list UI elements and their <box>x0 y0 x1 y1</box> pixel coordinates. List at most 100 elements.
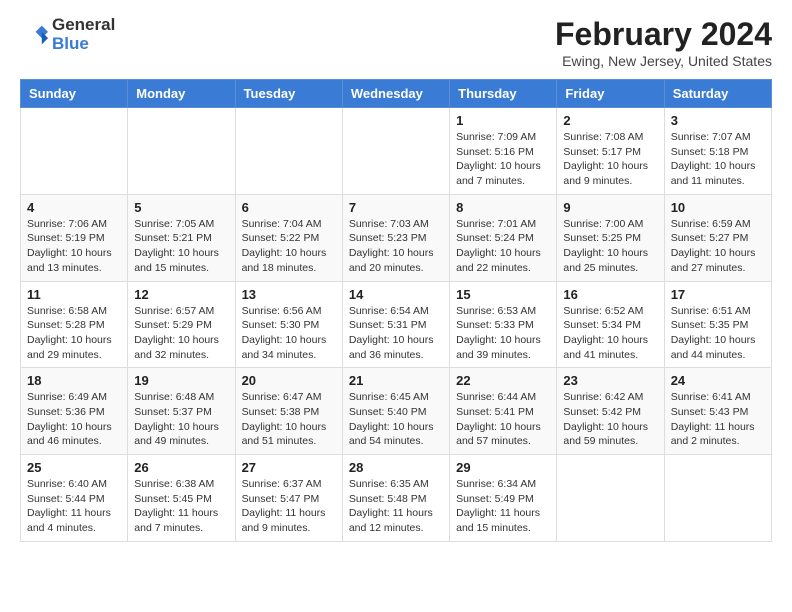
calendar-cell: 7 Sunrise: 7:03 AMSunset: 5:23 PMDaylight… <box>342 194 449 281</box>
day-info: Sunrise: 7:05 AMSunset: 5:21 PMDaylight:… <box>134 217 228 276</box>
weekday-header-friday: Friday <box>557 80 664 108</box>
location-title: Ewing, New Jersey, United States <box>555 53 772 69</box>
day-info: Sunrise: 6:42 AMSunset: 5:42 PMDaylight:… <box>563 390 657 449</box>
day-info: Sunrise: 6:40 AMSunset: 5:44 PMDaylight:… <box>27 477 121 536</box>
day-info: Sunrise: 7:08 AMSunset: 5:17 PMDaylight:… <box>563 130 657 189</box>
weekday-header-monday: Monday <box>128 80 235 108</box>
day-info: Sunrise: 7:04 AMSunset: 5:22 PMDaylight:… <box>242 217 336 276</box>
calendar-cell: 26 Sunrise: 6:38 AMSunset: 5:45 PMDayligh… <box>128 455 235 542</box>
day-info: Sunrise: 7:01 AMSunset: 5:24 PMDaylight:… <box>456 217 550 276</box>
weekday-header-sunday: Sunday <box>21 80 128 108</box>
day-info: Sunrise: 6:37 AMSunset: 5:47 PMDaylight:… <box>242 477 336 536</box>
calendar-cell: 21Sunrise: 6:45 AMSunset: 5:40 PMDayligh… <box>342 368 449 455</box>
day-number: 9 <box>563 200 657 215</box>
calendar-cell: 28Sunrise: 6:35 AMSunset: 5:48 PMDayligh… <box>342 455 449 542</box>
calendar-cell: 16 Sunrise: 6:52 AMSunset: 5:34 PMDayligh… <box>557 281 664 368</box>
calendar-cell: 18Sunrise: 6:49 AMSunset: 5:36 PMDayligh… <box>21 368 128 455</box>
day-info: Sunrise: 7:03 AMSunset: 5:23 PMDaylight:… <box>349 217 443 276</box>
calendar-cell: 14 Sunrise: 6:54 AMSunset: 5:31 PMDayligh… <box>342 281 449 368</box>
calendar-cell: 12Sunrise: 6:57 AMSunset: 5:29 PMDayligh… <box>128 281 235 368</box>
calendar-cell: 6 Sunrise: 7:04 AMSunset: 5:22 PMDaylight… <box>235 194 342 281</box>
calendar-cell: 29 Sunrise: 6:34 AMSunset: 5:49 PMDayligh… <box>450 455 557 542</box>
week-row-4: 18Sunrise: 6:49 AMSunset: 5:36 PMDayligh… <box>21 368 772 455</box>
calendar-cell: 25 Sunrise: 6:40 AMSunset: 5:44 PMDayligh… <box>21 455 128 542</box>
calendar-cell: 3 Sunrise: 7:07 AMSunset: 5:18 PMDaylight… <box>664 108 771 195</box>
day-number: 25 <box>27 460 121 475</box>
day-info: Sunrise: 6:38 AMSunset: 5:45 PMDaylight:… <box>134 477 228 536</box>
day-info: Sunrise: 6:35 AMSunset: 5:48 PMDaylight:… <box>349 477 443 536</box>
day-number: 23 <box>563 373 657 388</box>
calendar-cell: 4Sunrise: 7:06 AMSunset: 5:19 PMDaylight… <box>21 194 128 281</box>
day-info: Sunrise: 7:00 AMSunset: 5:25 PMDaylight:… <box>563 217 657 276</box>
calendar-cell: 24 Sunrise: 6:41 AMSunset: 5:43 PMDayligh… <box>664 368 771 455</box>
day-info: Sunrise: 6:44 AMSunset: 5:41 PMDaylight:… <box>456 390 550 449</box>
calendar-cell: 20 Sunrise: 6:47 AMSunset: 5:38 PMDayligh… <box>235 368 342 455</box>
calendar-cell: 19Sunrise: 6:48 AMSunset: 5:37 PMDayligh… <box>128 368 235 455</box>
calendar-cell: 2 Sunrise: 7:08 AMSunset: 5:17 PMDaylight… <box>557 108 664 195</box>
calendar-cell: 10 Sunrise: 6:59 AMSunset: 5:27 PMDayligh… <box>664 194 771 281</box>
calendar-cell <box>664 455 771 542</box>
day-info: Sunrise: 6:45 AMSunset: 5:40 PMDaylight:… <box>349 390 443 449</box>
calendar-cell: 13Sunrise: 6:56 AMSunset: 5:30 PMDayligh… <box>235 281 342 368</box>
day-number: 12 <box>134 287 228 302</box>
day-number: 26 <box>134 460 228 475</box>
day-number: 1 <box>456 113 550 128</box>
header: General Blue February 2024 Ewing, New Je… <box>20 16 772 69</box>
calendar-cell: 22 Sunrise: 6:44 AMSunset: 5:41 PMDayligh… <box>450 368 557 455</box>
weekday-header-saturday: Saturday <box>664 80 771 108</box>
day-info: Sunrise: 6:34 AMSunset: 5:49 PMDaylight:… <box>456 477 550 536</box>
calendar-cell <box>235 108 342 195</box>
week-row-2: 4Sunrise: 7:06 AMSunset: 5:19 PMDaylight… <box>21 194 772 281</box>
day-number: 29 <box>456 460 550 475</box>
calendar-cell: 15Sunrise: 6:53 AMSunset: 5:33 PMDayligh… <box>450 281 557 368</box>
weekday-header-wednesday: Wednesday <box>342 80 449 108</box>
week-row-1: 1 Sunrise: 7:09 AMSunset: 5:16 PMDaylight… <box>21 108 772 195</box>
month-title: February 2024 <box>555 16 772 53</box>
day-info: Sunrise: 6:52 AMSunset: 5:34 PMDaylight:… <box>563 304 657 363</box>
day-number: 24 <box>671 373 765 388</box>
day-number: 19 <box>134 373 228 388</box>
logo-general: General <box>52 16 115 35</box>
calendar: SundayMondayTuesdayWednesdayThursdayFrid… <box>20 79 772 542</box>
day-number: 27 <box>242 460 336 475</box>
week-row-5: 25 Sunrise: 6:40 AMSunset: 5:44 PMDayligh… <box>21 455 772 542</box>
day-number: 17 <box>671 287 765 302</box>
calendar-cell: 9 Sunrise: 7:00 AMSunset: 5:25 PMDaylight… <box>557 194 664 281</box>
day-info: Sunrise: 6:59 AMSunset: 5:27 PMDaylight:… <box>671 217 765 276</box>
calendar-cell <box>21 108 128 195</box>
day-number: 18 <box>27 373 121 388</box>
day-info: Sunrise: 6:41 AMSunset: 5:43 PMDaylight:… <box>671 390 765 449</box>
day-number: 10 <box>671 200 765 215</box>
calendar-cell <box>128 108 235 195</box>
day-number: 20 <box>242 373 336 388</box>
day-number: 7 <box>349 200 443 215</box>
day-number: 22 <box>456 373 550 388</box>
day-info: Sunrise: 7:09 AMSunset: 5:16 PMDaylight:… <box>456 130 550 189</box>
logo-icon <box>20 21 48 49</box>
weekday-header-thursday: Thursday <box>450 80 557 108</box>
calendar-cell: 23 Sunrise: 6:42 AMSunset: 5:42 PMDayligh… <box>557 368 664 455</box>
calendar-cell: 11Sunrise: 6:58 AMSunset: 5:28 PMDayligh… <box>21 281 128 368</box>
day-number: 14 <box>349 287 443 302</box>
calendar-cell: 17 Sunrise: 6:51 AMSunset: 5:35 PMDayligh… <box>664 281 771 368</box>
day-info: Sunrise: 6:54 AMSunset: 5:31 PMDaylight:… <box>349 304 443 363</box>
logo-blue: Blue <box>52 35 115 54</box>
day-info: Sunrise: 6:53 AMSunset: 5:33 PMDaylight:… <box>456 304 550 363</box>
day-info: Sunrise: 6:47 AMSunset: 5:38 PMDaylight:… <box>242 390 336 449</box>
logo: General Blue <box>20 16 115 53</box>
day-info: Sunrise: 6:58 AMSunset: 5:28 PMDaylight:… <box>27 304 121 363</box>
day-number: 16 <box>563 287 657 302</box>
calendar-cell: 1 Sunrise: 7:09 AMSunset: 5:16 PMDaylight… <box>450 108 557 195</box>
day-info: Sunrise: 6:51 AMSunset: 5:35 PMDaylight:… <box>671 304 765 363</box>
day-number: 6 <box>242 200 336 215</box>
day-number: 5 <box>134 200 228 215</box>
day-number: 2 <box>563 113 657 128</box>
calendar-cell: 27 Sunrise: 6:37 AMSunset: 5:47 PMDayligh… <box>235 455 342 542</box>
calendar-cell: 8Sunrise: 7:01 AMSunset: 5:24 PMDaylight… <box>450 194 557 281</box>
calendar-cell <box>342 108 449 195</box>
day-info: Sunrise: 7:06 AMSunset: 5:19 PMDaylight:… <box>27 217 121 276</box>
day-number: 13 <box>242 287 336 302</box>
day-info: Sunrise: 7:07 AMSunset: 5:18 PMDaylight:… <box>671 130 765 189</box>
day-number: 3 <box>671 113 765 128</box>
calendar-cell: 5 Sunrise: 7:05 AMSunset: 5:21 PMDaylight… <box>128 194 235 281</box>
